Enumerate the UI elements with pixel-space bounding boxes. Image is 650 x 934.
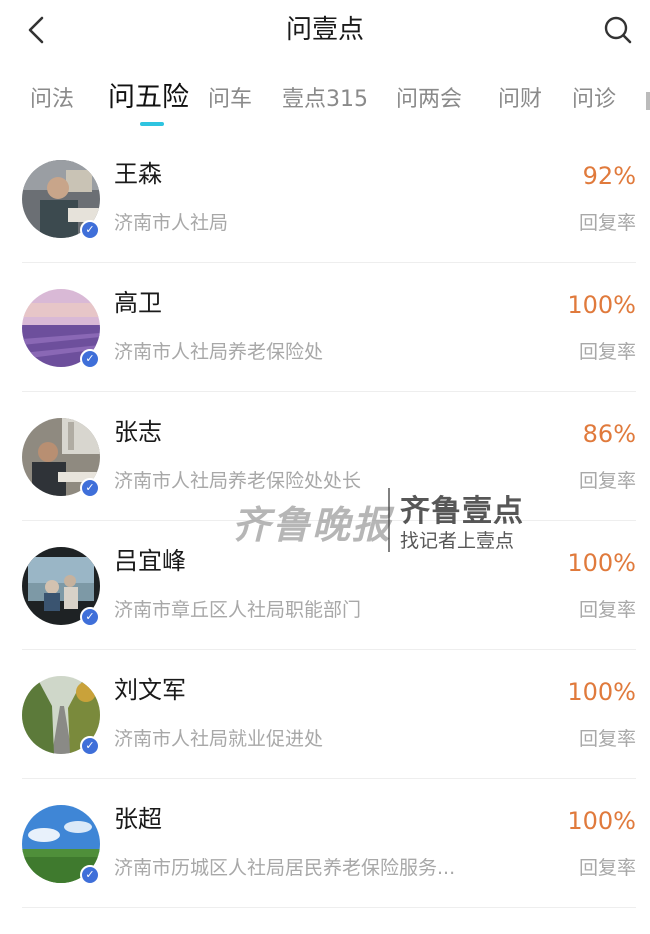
expert-name: 高卫 — [114, 289, 162, 317]
reply-rate-label: 回复率 — [578, 857, 636, 879]
list-item[interactable]: ✓ 刘文军 济南市人社局就业促进处 100% 回复率 — [0, 650, 650, 779]
tab-yidian315[interactable]: 壹点315 — [282, 84, 368, 116]
tab-overflow-edge — [646, 92, 650, 110]
reply-rate: 86% — [582, 420, 636, 448]
verified-badge-icon: ✓ — [80, 736, 100, 756]
verified-badge-icon: ✓ — [80, 865, 100, 885]
watermark: 齐鲁晚报 齐鲁壹点 找记者上壹点 — [232, 482, 532, 562]
active-tab-indicator — [140, 122, 164, 126]
watermark-script-logo: 齐鲁晚报 — [232, 502, 393, 547]
list-item[interactable]: ✓ 王森 济南市人社局 92% 回复率 — [0, 134, 650, 263]
expert-org: 济南市历城区人社局居民养老保险服务... — [114, 857, 456, 879]
tab-lianghui[interactable]: 问两会 — [396, 84, 462, 116]
verified-badge-icon: ✓ — [80, 607, 100, 627]
watermark-tagline: 找记者上壹点 — [400, 530, 515, 552]
tab-wenfa[interactable]: 问法 — [30, 84, 74, 116]
reply-rate: 100% — [567, 549, 636, 577]
watermark-brand: 齐鲁壹点 — [400, 494, 524, 529]
verified-badge-icon: ✓ — [80, 220, 100, 240]
expert-name: 张超 — [114, 805, 162, 833]
tab-wenche[interactable]: 问车 — [208, 84, 252, 116]
top-bar: 问壹点 — [0, 0, 650, 62]
divider — [22, 907, 636, 908]
search-button[interactable] — [600, 12, 636, 48]
expert-org: 济南市人社局养老保险处 — [114, 341, 324, 363]
search-icon — [604, 16, 632, 44]
category-tabs: 问法 问五险 问车 壹点315 问两会 问财 问诊 — [0, 74, 650, 134]
reply-rate: 100% — [567, 678, 636, 706]
expert-org: 济南市人社局 — [114, 212, 229, 234]
tab-wuxian[interactable]: 问五险 — [108, 82, 189, 114]
list-item[interactable]: ✓ 高卫 济南市人社局养老保险处 100% 回复率 — [0, 263, 650, 392]
reply-rate: 100% — [567, 807, 636, 835]
list-item[interactable]: ✓ 张超 济南市历城区人社局居民养老保险服务... 100% 回复率 — [0, 779, 650, 908]
reply-rate-label: 回复率 — [578, 212, 636, 234]
reply-rate: 100% — [567, 291, 636, 319]
reply-rate-label: 回复率 — [578, 728, 636, 750]
watermark-divider — [388, 488, 390, 552]
expert-name: 刘文军 — [114, 676, 186, 704]
expert-name: 张志 — [114, 418, 162, 446]
expert-org: 济南市章丘区人社局职能部门 — [114, 599, 362, 621]
reply-rate-label: 回复率 — [578, 470, 636, 492]
reply-rate-label: 回复率 — [578, 599, 636, 621]
tab-wencai[interactable]: 问财 — [498, 84, 542, 116]
verified-badge-icon: ✓ — [80, 349, 100, 369]
expert-name: 吕宜峰 — [114, 547, 186, 575]
tab-wenzhen[interactable]: 问诊 — [572, 84, 616, 116]
expert-name: 王森 — [114, 160, 162, 188]
expert-org: 济南市人社局就业促进处 — [114, 728, 324, 750]
reply-rate: 92% — [582, 162, 636, 190]
page-title: 问壹点 — [285, 15, 364, 45]
reply-rate-label: 回复率 — [578, 341, 636, 363]
verified-badge-icon: ✓ — [80, 478, 100, 498]
